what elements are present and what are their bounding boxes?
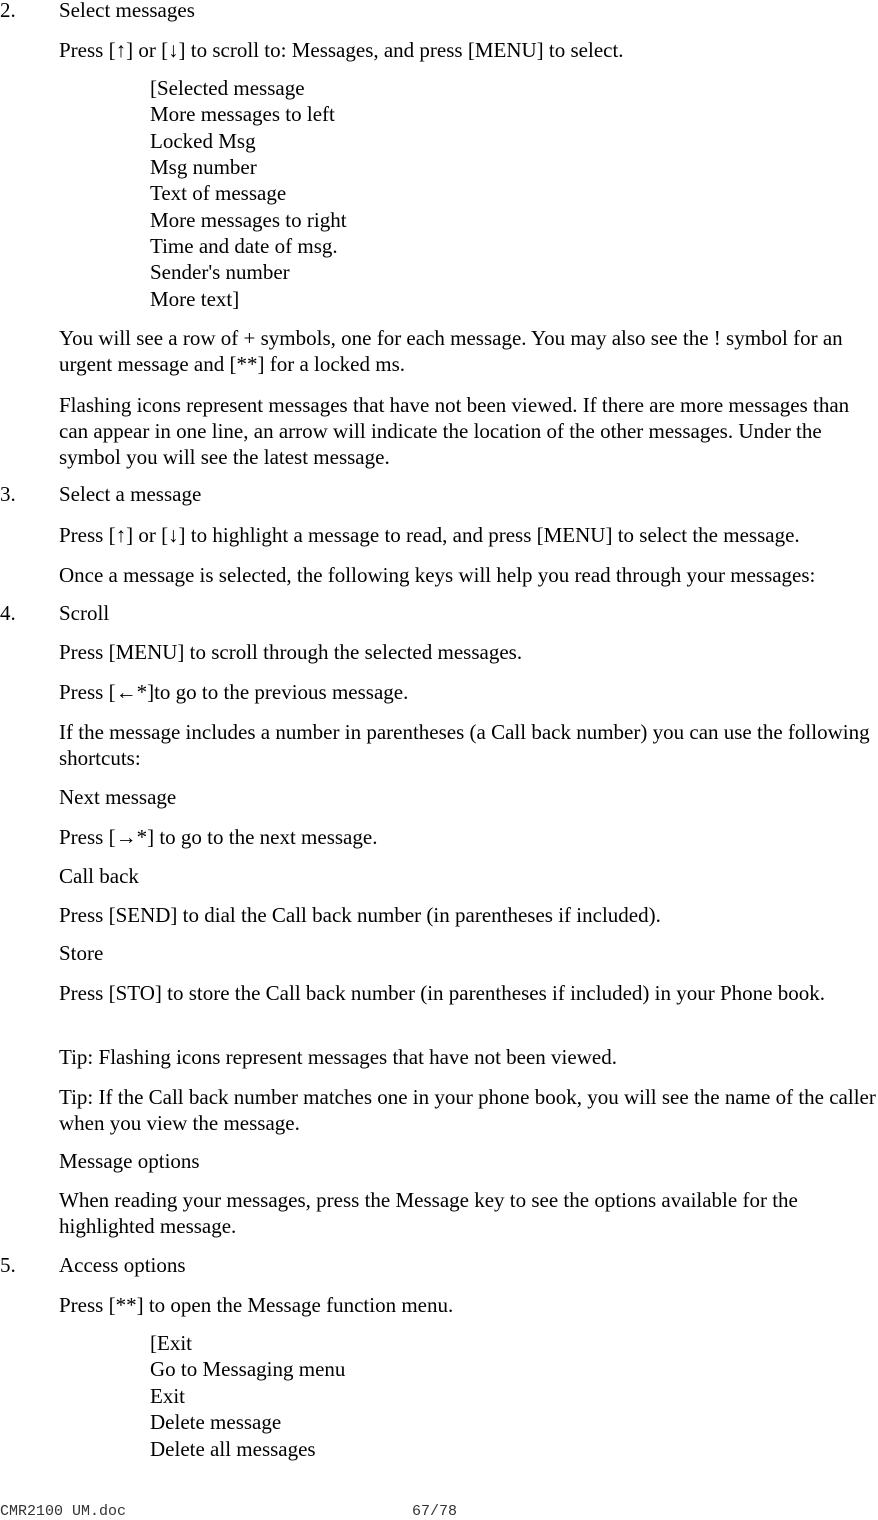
subheading: Store (59, 941, 104, 965)
screen-line: Msg number (150, 155, 257, 179)
step-title: Scroll (59, 601, 110, 625)
screen-line: Delete message (150, 1410, 282, 1434)
step-title: Select a message (59, 482, 202, 506)
screen-line: [Exit (150, 1331, 192, 1355)
screen-line: [Selected message (150, 76, 305, 100)
paragraph: Press [←*]to go to the previous message. (59, 680, 409, 704)
tip: Tip: If the Call back number matches one… (59, 1085, 876, 1135)
step-number: 4. (0, 601, 16, 625)
step-title: Access options (59, 1253, 186, 1277)
tip: Tip: Flashing icons represent messages t… (59, 1045, 617, 1069)
paragraph: Once a message is selected, the followin… (59, 563, 816, 587)
paragraph: Press [STO] to store the Call back numbe… (59, 981, 825, 1005)
subheading: Call back (59, 864, 139, 888)
step-title: Select messages (59, 0, 195, 22)
paragraph: You will see a row of + symbols, one for… (59, 326, 843, 376)
screen-line: More messages to left (150, 102, 335, 126)
screen-line: Locked Msg (150, 129, 256, 153)
footer-page-number: 67/78 (412, 1503, 458, 1520)
footer-filename: CMR2100 UM.doc (0, 1503, 127, 1520)
screen-line: More messages to right (150, 208, 347, 232)
paragraph: If the message includes a number in pare… (59, 720, 870, 770)
paragraph: Press [SEND] to dial the Call back numbe… (59, 903, 661, 927)
subheading: Message options (59, 1149, 200, 1173)
paragraph: Press [→*] to go to the next message. (59, 825, 378, 849)
screen-line: Exit (150, 1384, 185, 1408)
screen-line: Go to Messaging menu (150, 1357, 346, 1381)
step-number: 2. (0, 0, 16, 22)
screen-line: Sender's number (150, 260, 290, 284)
step-number: 3. (0, 482, 16, 506)
paragraph: Press [↑] or [↓] to highlight a message … (59, 523, 800, 547)
paragraph: Press [↑] or [↓] to scroll to: Messages,… (59, 38, 624, 62)
paragraph: Flashing icons represent messages that h… (59, 393, 850, 469)
screen-line: Text of message (150, 181, 287, 205)
paragraph: Press [**] to open the Message function … (59, 1293, 454, 1317)
screen-line: More text] (150, 287, 240, 311)
paragraph: When reading your messages, press the Me… (59, 1188, 798, 1238)
screen-line: Delete all messages (150, 1437, 316, 1461)
step-number: 5. (0, 1253, 16, 1277)
subheading: Next message (59, 785, 177, 809)
screen-line: Time and date of msg. (150, 234, 338, 258)
paragraph: Press [MENU] to scroll through the selec… (59, 640, 523, 664)
